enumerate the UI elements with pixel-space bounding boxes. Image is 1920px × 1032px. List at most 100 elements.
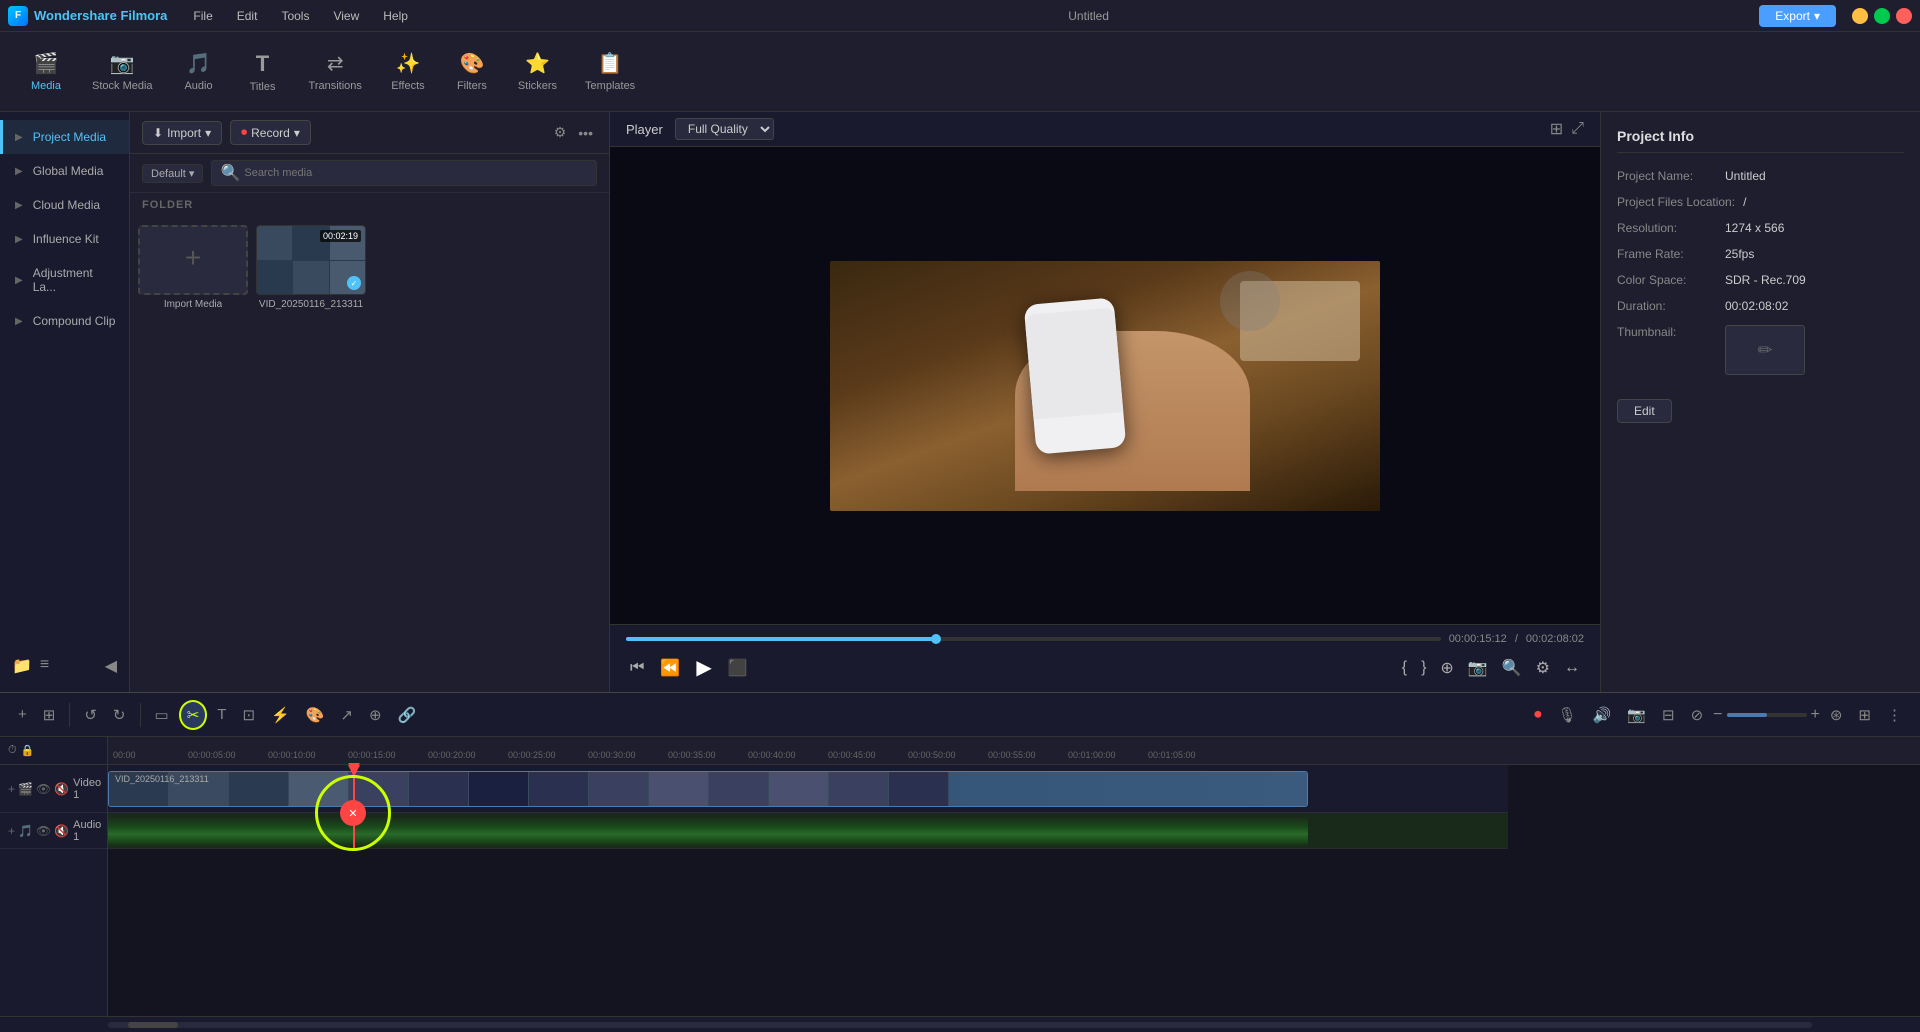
- layout-button[interactable]: ⊞: [1852, 702, 1877, 728]
- expand-icon2: ▶: [15, 166, 23, 177]
- video-track-lock-icon[interactable]: 🎬: [18, 782, 33, 796]
- snapshot-tl-button[interactable]: 📷: [1621, 702, 1652, 728]
- maximize-button[interactable]: [1874, 8, 1890, 24]
- sidebar-item-project-media[interactable]: ▶ Project Media: [0, 120, 129, 154]
- motion-button[interactable]: ↗: [334, 702, 359, 728]
- mask-button[interactable]: ⊕: [363, 702, 388, 728]
- edit-button[interactable]: Edit: [1617, 399, 1672, 423]
- search-box[interactable]: 🔍: [211, 160, 597, 186]
- sidebar-item-global-media[interactable]: ▶ Global Media: [0, 154, 129, 188]
- add-to-timeline-button[interactable]: ⊕: [1436, 654, 1457, 682]
- new-folder-icon[interactable]: 📁: [12, 656, 32, 676]
- step-back-button[interactable]: ⏪: [656, 654, 684, 682]
- snapshot-button[interactable]: 📷: [1464, 654, 1492, 682]
- fullscreen-button[interactable]: ⤢: [1571, 119, 1584, 139]
- video-clip[interactable]: VID_20250116_213311: [108, 771, 1308, 807]
- scroll-thumb[interactable]: [128, 1022, 178, 1028]
- menu-edit[interactable]: Edit: [227, 7, 268, 25]
- zoom-button[interactable]: 🔍: [1498, 654, 1526, 682]
- timeline-tracks[interactable]: 00:00 00:00:05:00 00:00:10:00 00:00:15:0…: [108, 737, 1920, 1016]
- import-media-item[interactable]: + Import Media: [138, 225, 248, 684]
- more-tl-button[interactable]: ⋮: [1881, 702, 1908, 728]
- timeline-lock-icon[interactable]: 🔒: [21, 744, 35, 757]
- undo-button[interactable]: ↺: [78, 702, 103, 728]
- toolbar-templates[interactable]: 📋 Templates: [573, 45, 647, 98]
- thumbnail-preview: ✏: [1725, 325, 1805, 375]
- more-button[interactable]: ↔: [1560, 655, 1584, 681]
- list-view-icon[interactable]: ≡: [40, 656, 49, 676]
- grid-view-button[interactable]: ⊞: [1550, 119, 1563, 139]
- more-media-button[interactable]: •••: [574, 120, 597, 145]
- info-row-thumbnail: Thumbnail: ✏: [1617, 325, 1904, 387]
- crop-button[interactable]: ⊡: [236, 702, 261, 728]
- play-button[interactable]: ▶: [692, 651, 715, 684]
- toolbar-media[interactable]: 🎬 Media: [16, 45, 76, 98]
- toolbar-titles[interactable]: T Titles: [233, 45, 293, 99]
- minimize-button[interactable]: [1852, 8, 1868, 24]
- thumbnail-edit-icon[interactable]: ✏: [1757, 340, 1772, 361]
- zoom-out-icon[interactable]: −: [1713, 706, 1722, 724]
- record-chevron: ▾: [294, 126, 300, 140]
- audio-track-wave-icon[interactable]: 🎵: [18, 824, 33, 838]
- zoom-in-icon[interactable]: +: [1811, 706, 1820, 724]
- trim-button[interactable]: ▭: [149, 702, 175, 728]
- redo-button[interactable]: ↻: [107, 702, 132, 728]
- audio-track-eye-icon[interactable]: 👁: [36, 824, 51, 838]
- quality-select[interactable]: Full Quality: [675, 118, 774, 140]
- search-input[interactable]: [244, 167, 588, 179]
- stabilize-button[interactable]: ⊘: [1685, 702, 1710, 728]
- sort-button[interactable]: Default ▾: [142, 164, 203, 183]
- stop-button[interactable]: ⬛: [724, 654, 752, 682]
- toolbar-filters[interactable]: 🎨 Filters: [442, 45, 502, 98]
- current-time: 00:00:15:12: [1449, 633, 1507, 645]
- color-button[interactable]: 🎨: [300, 702, 331, 728]
- menu-bar: F Wondershare Filmora File Edit Tools Vi…: [0, 0, 1920, 32]
- sidebar-item-compound-clip[interactable]: ▶ Compound Clip: [0, 304, 129, 338]
- collapse-panel-icon[interactable]: ◀: [105, 656, 117, 676]
- toolbar-stickers[interactable]: ⭐ Stickers: [506, 45, 569, 98]
- razor-button[interactable]: ✂: [179, 700, 208, 730]
- speed-button[interactable]: ⚡: [265, 702, 296, 728]
- menu-help[interactable]: Help: [373, 7, 418, 25]
- menu-file[interactable]: File: [183, 7, 222, 25]
- audio-detach-button[interactable]: 🔊: [1587, 702, 1618, 728]
- skip-back-button[interactable]: ⏮: [626, 655, 648, 681]
- fit-timeline-button[interactable]: ⊛: [1824, 702, 1849, 728]
- record-tl-button[interactable]: ⏺: [1528, 702, 1548, 727]
- audio-track-add-icon[interactable]: +: [8, 824, 15, 838]
- ripple-edit-button[interactable]: ⊞: [37, 702, 62, 728]
- sidebar-item-cloud-media[interactable]: ▶ Cloud Media: [0, 188, 129, 222]
- text-button[interactable]: T: [211, 702, 232, 727]
- voiceover-button[interactable]: 🎙: [1552, 702, 1583, 728]
- link-button[interactable]: 🔗: [392, 702, 423, 728]
- menu-view[interactable]: View: [323, 7, 369, 25]
- export-button[interactable]: Export ▾: [1759, 5, 1836, 27]
- toolbar-transitions[interactable]: ⇄ Transitions: [297, 45, 374, 98]
- video-track-eye-icon[interactable]: 👁: [36, 782, 51, 796]
- progress-handle[interactable]: [931, 634, 941, 644]
- pip-button[interactable]: ⊟: [1656, 702, 1681, 728]
- video-track-mute-icon[interactable]: 🔇: [54, 782, 69, 796]
- audio-track-mute-icon[interactable]: 🔇: [54, 824, 69, 838]
- add-track-button[interactable]: +: [12, 702, 33, 727]
- scroll-track[interactable]: [108, 1022, 1812, 1028]
- import-thumbnail[interactable]: +: [138, 225, 248, 295]
- video-media-item[interactable]: 00:02:19 ✓ VID_20250116_213311: [256, 225, 366, 684]
- toolbar-audio[interactable]: 🎵 Audio: [169, 45, 229, 98]
- sidebar-item-adjustment-layer[interactable]: ▶ Adjustment La...: [0, 256, 129, 304]
- sidebar-item-influence-kit[interactable]: ▶ Influence Kit: [0, 222, 129, 256]
- toolbar-effects[interactable]: ✨ Effects: [378, 45, 438, 98]
- menu-tools[interactable]: Tools: [271, 7, 319, 25]
- filter-media-button[interactable]: ⚙: [550, 120, 571, 145]
- mark-in-button[interactable]: {: [1398, 655, 1411, 681]
- zoom-slider[interactable]: [1727, 713, 1807, 717]
- settings-button[interactable]: ⚙: [1532, 654, 1554, 682]
- close-button[interactable]: [1896, 8, 1912, 24]
- progress-bar[interactable]: [626, 637, 1441, 641]
- import-button[interactable]: ⬇ Import ▾: [142, 121, 222, 145]
- toolbar-stock-media[interactable]: 📷 Stock Media: [80, 45, 165, 98]
- record-button[interactable]: ⏺ Record ▾: [230, 120, 311, 145]
- video-thumbnail[interactable]: 00:02:19 ✓: [256, 225, 366, 295]
- video-track-add-icon[interactable]: +: [8, 782, 15, 796]
- mark-out-button[interactable]: }: [1417, 655, 1430, 681]
